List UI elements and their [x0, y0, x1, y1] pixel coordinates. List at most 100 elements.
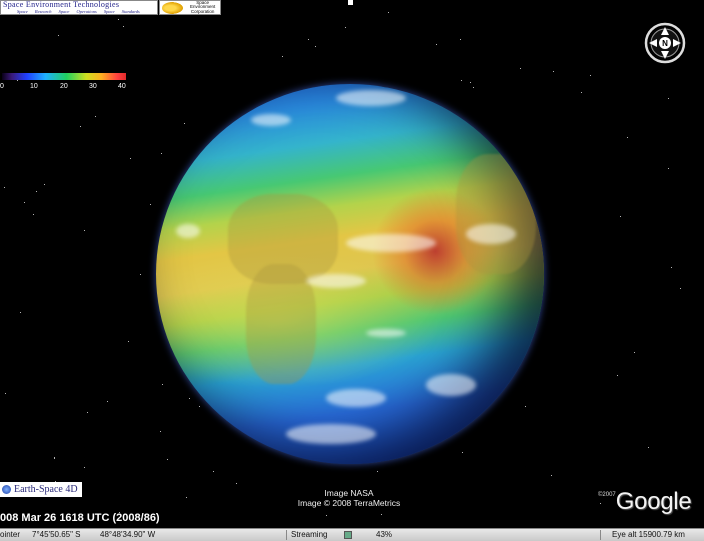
star: [199, 406, 200, 407]
star: [648, 447, 649, 448]
star: [680, 288, 681, 289]
earth-viewport[interactable]: Space Environment Technologies Space Res…: [0, 0, 704, 540]
status-bar: ointer 7°45'50.65" S 48°48'34.90" W Stre…: [0, 528, 704, 541]
scale-tick: 20: [60, 83, 68, 90]
star: [107, 401, 108, 402]
image-credits: Image NASA Image © 2008 TerraMetrics: [284, 488, 414, 508]
star: [553, 71, 554, 72]
star: [33, 214, 34, 215]
star: [388, 12, 389, 13]
eye-altitude: Eye alt 15900.79 km: [612, 530, 685, 539]
star: [140, 274, 141, 275]
set-logo-taglines: Space Research Space Operations Space St…: [1, 9, 157, 14]
star: [123, 26, 124, 27]
star: [130, 158, 131, 159]
star: [44, 184, 45, 185]
google-logo: ©2007Google: [598, 488, 692, 516]
streaming-label: Streaming: [291, 530, 328, 539]
star: [80, 126, 81, 127]
streaming-percent: 43%: [376, 530, 393, 539]
star: [5, 393, 6, 394]
star: [326, 515, 327, 516]
star: [551, 475, 552, 476]
star: [590, 75, 591, 76]
star: [473, 87, 474, 88]
set-tagline-operations: Space Operations: [58, 9, 97, 14]
earth-space-4d-badge: Earth-Space 4D: [0, 482, 82, 497]
scale-tick: 40: [118, 83, 126, 90]
space-environment-technologies-logo: Space Environment Technologies Space Res…: [0, 0, 158, 15]
google-copyright: ©2007: [598, 492, 616, 498]
star: [462, 452, 463, 453]
star: [381, 514, 382, 515]
earth-space-label: Earth-Space 4D: [14, 484, 78, 495]
star: [189, 398, 190, 399]
google-wordmark: Google: [615, 488, 692, 515]
globe-icon: [2, 485, 11, 494]
pointer-latitude: 7°45'50.65" S: [32, 530, 81, 539]
star: [20, 312, 21, 313]
space-environment-corporation-logo: Space Environment Corporation: [159, 0, 221, 15]
star: [128, 341, 129, 342]
sec-line-3: Corporation: [190, 8, 215, 14]
star: [520, 68, 521, 69]
sec-sun-icon: [162, 1, 184, 14]
star: [161, 153, 162, 154]
scale-tick: 30: [89, 83, 97, 90]
star: [627, 137, 628, 138]
star: [461, 80, 462, 81]
star: [118, 19, 119, 20]
star: [315, 46, 316, 47]
scale-tick: 0: [0, 83, 4, 90]
star: [17, 80, 18, 81]
star: [525, 406, 526, 407]
pointer-longitude: 48°48'34.90" W: [100, 530, 156, 539]
scale-tick: 10: [30, 83, 38, 90]
star: [150, 204, 151, 205]
star: [167, 459, 168, 460]
star: [668, 98, 669, 99]
star: [377, 471, 378, 472]
star: [4, 187, 5, 188]
star: [87, 412, 88, 413]
sec-logo-text: Space Environment Corporation: [185, 1, 220, 14]
star: [184, 123, 185, 124]
star: [345, 27, 346, 28]
pointer-label: ointer: [0, 530, 21, 539]
credit-nasa: Image NASA: [324, 488, 374, 498]
star: [460, 39, 461, 40]
star: [36, 191, 37, 192]
star: [213, 471, 214, 472]
star: [617, 375, 618, 376]
set-tagline-research: Space Research: [17, 9, 52, 14]
star: [160, 431, 161, 432]
star: [84, 467, 85, 468]
star: [668, 168, 669, 169]
color-scale-bar: [2, 73, 126, 80]
star: [24, 202, 25, 203]
compass-icon[interactable]: N: [644, 22, 686, 64]
credit-terrametrics: Image © 2008 TerraMetrics: [297, 498, 401, 508]
set-tagline-standards: Space Standards: [103, 9, 140, 14]
star: [54, 458, 55, 459]
star: [58, 35, 59, 36]
star: [436, 44, 437, 45]
star: [470, 82, 471, 83]
star: [581, 92, 582, 93]
star: [186, 497, 187, 498]
star: [236, 483, 237, 484]
earth-globe[interactable]: [156, 84, 544, 464]
utc-timestamp: 008 Mar 26 1618 UTC (2008/86): [0, 512, 160, 524]
star: [84, 230, 85, 231]
logo-strip: Space Environment Technologies Space Res…: [0, 0, 221, 15]
star: [282, 56, 283, 57]
star: [162, 384, 163, 385]
streaming-progress-indicator: [344, 531, 352, 539]
star: [671, 267, 672, 268]
compass-north-label: N: [662, 39, 668, 48]
set-logo-title: Space Environment Technologies: [3, 0, 120, 9]
star: [95, 116, 96, 117]
star: [620, 216, 621, 217]
star: [308, 39, 309, 40]
star: [634, 352, 635, 353]
